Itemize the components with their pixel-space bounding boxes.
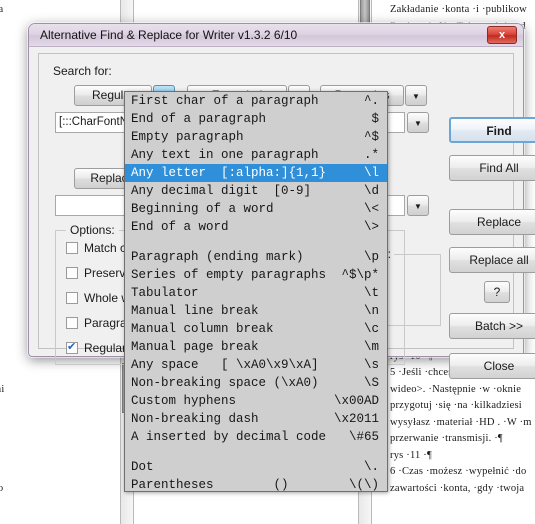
dropdown-item[interactable]: Any text in one paragraph .* <box>125 146 387 164</box>
dropdown-item-code: \m <box>363 340 379 354</box>
dropdown-item-label: Parentheses () <box>131 478 289 492</box>
dropdown-item-code: \p <box>363 250 379 264</box>
dropdown-item[interactable]: Manual page break \m <box>125 338 387 356</box>
dropdown-item-code: .* <box>363 148 379 162</box>
replace-button[interactable]: Replace <box>449 209 535 235</box>
dropdown-item[interactable]: Tabulator \t <box>125 284 387 302</box>
dropdown-item[interactable]: Non-breaking space (\xA0) \S <box>125 374 387 392</box>
dropdown-item-label: Non-breaking dash <box>131 412 259 426</box>
dropdown-item[interactable]: Any decimal digit [0-9] \d <box>125 182 387 200</box>
properties-dropdown-arrow-icon[interactable]: ▼ <box>405 85 427 106</box>
dropdown-item[interactable]: Dot \. <box>125 458 387 476</box>
dropdown-item[interactable]: Non-breaking dash \x2011 <box>125 410 387 428</box>
dropdown-item-code: \c <box>363 322 379 336</box>
dropdown-item-label: End of a paragraph <box>131 112 267 126</box>
checkbox-checked-icon[interactable] <box>66 340 78 354</box>
dropdown-item-code: \s <box>363 358 379 372</box>
dropdown-item[interactable]: Manual line break \n <box>125 302 387 320</box>
dropdown-item[interactable]: End of a word \> <box>125 218 387 236</box>
dropdown-item[interactable]: Series of empty paragraphs ^$\p* <box>125 266 387 284</box>
dropdown-item-label: Beginning of a word <box>131 202 274 216</box>
dropdown-item[interactable]: A inserted by decimal code \#65 <box>125 428 387 446</box>
dropdown-item-code: \. <box>363 460 379 474</box>
options-legend: Options: <box>66 223 119 237</box>
dropdown-item-code: $ <box>371 112 379 126</box>
search-history-dropdown-arrow-icon[interactable]: ▼ <box>407 112 429 133</box>
dropdown-item-label: End of a word <box>131 220 229 234</box>
dropdown-item[interactable]: Custom hyphens \x00AD <box>125 392 387 410</box>
dropdown-item[interactable]: Paragraph (ending mark) \p <box>125 248 387 266</box>
dropdown-item-code: \l <box>363 166 379 180</box>
dropdown-separator <box>125 446 387 458</box>
dropdown-item-code: \x00AD <box>333 394 379 408</box>
dropdown-item-label: Manual column break <box>131 322 274 336</box>
checkbox-icon[interactable] <box>66 267 78 279</box>
dropdown-item-label: Any space [ \xA0\x9\xA] <box>131 358 319 372</box>
dropdown-item[interactable]: Empty paragraph ^$ <box>125 128 387 146</box>
dropdown-item-code: ^. <box>363 94 379 108</box>
dropdown-item[interactable]: Parentheses () \(\) <box>125 476 387 492</box>
dialog-titlebar[interactable]: Alternative Find & Replace for Writer v1… <box>29 24 523 47</box>
dropdown-item-code: \(\) <box>348 478 379 492</box>
dropdown-item-code: \#65 <box>348 430 379 444</box>
dropdown-item-label: Series of empty paragraphs <box>131 268 327 282</box>
find-button[interactable]: Find <box>449 117 535 143</box>
dropdown-item-code: \d <box>363 184 379 198</box>
dropdown-item-label: Any letter [:alpha:]{1,1} <box>131 166 327 180</box>
dropdown-item-code: \> <box>363 220 379 234</box>
regular-expressions-dropdown-list[interactable]: First char of a paragraph ^. End of a para… <box>124 91 388 492</box>
close-icon[interactable]: x <box>487 26 517 44</box>
dropdown-item-code: \x2011 <box>333 412 379 426</box>
dropdown-item[interactable]: End of a paragraph $ <box>125 110 387 128</box>
dropdown-item[interactable]: Beginning of a word \< <box>125 200 387 218</box>
chevron-down-icon: ▼ <box>414 119 422 128</box>
dropdown-item-label: Any text in one paragraph <box>131 148 319 162</box>
dropdown-item-code: ^$ <box>363 130 379 144</box>
close-button[interactable]: Close <box>449 353 535 379</box>
dropdown-item-label: A inserted by decimal code <box>131 430 327 444</box>
checkbox-icon[interactable] <box>66 292 78 304</box>
dropdown-item-label: Non-breaking space (\xA0) <box>131 376 319 390</box>
dropdown-item-label: Tabulator <box>131 286 199 300</box>
dropdown-item-label: Manual line break <box>131 304 259 318</box>
dropdown-item[interactable]: Manual column break \c <box>125 320 387 338</box>
dropdown-item-label: Manual page break <box>131 340 259 354</box>
dropdown-item-code: ^$\p* <box>341 268 379 282</box>
replace-history-dropdown-arrow-icon[interactable]: ▼ <box>407 195 429 216</box>
batch-button[interactable]: Batch >> <box>449 313 535 339</box>
search-for-label: Search for: <box>53 64 112 78</box>
checkbox-icon[interactable] <box>66 317 78 329</box>
find-all-button[interactable]: Find All <box>449 155 535 181</box>
dropdown-item-label: Empty paragraph <box>131 130 244 144</box>
dropdown-item-label: First char of a paragraph <box>131 94 319 108</box>
dropdown-item[interactable]: Any letter [:alpha:]{1,1} \l <box>125 164 387 182</box>
help-button[interactable]: ? <box>484 281 510 303</box>
dropdown-item-code: \< <box>363 202 379 216</box>
dropdown-item-label: Custom hyphens <box>131 394 237 408</box>
dropdown-item-label: Dot <box>131 460 154 474</box>
chevron-down-icon: ▼ <box>414 202 422 211</box>
chevron-down-icon: ▼ <box>412 92 420 101</box>
dropdown-item-code: \S <box>363 376 379 390</box>
dropdown-item-label: Paragraph (ending mark) <box>131 250 304 264</box>
dropdown-item-code: \t <box>363 286 379 300</box>
dropdown-item-code: \n <box>363 304 379 318</box>
dropdown-item[interactable]: First char of a paragraph ^. <box>125 92 387 110</box>
replace-all-button[interactable]: Replace all <box>449 247 535 273</box>
dropdown-item-label: Any decimal digit [0-9] <box>131 184 312 198</box>
checkbox-icon[interactable] <box>66 242 78 254</box>
dropdown-separator <box>125 236 387 248</box>
dialog-title: Alternative Find & Replace for Writer v1… <box>40 28 298 42</box>
dropdown-item[interactable]: Any space [ \xA0\x9\xA] \s <box>125 356 387 374</box>
